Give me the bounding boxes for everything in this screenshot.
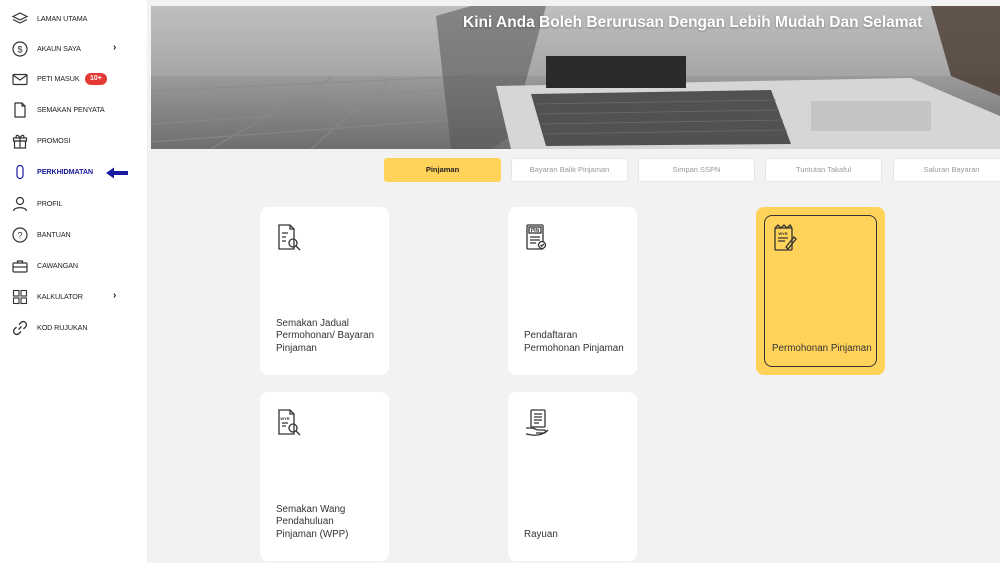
document-icon <box>11 101 29 119</box>
phone-icon <box>11 163 29 181</box>
unread-badge: 10+ <box>85 73 107 85</box>
user-icon <box>11 195 29 213</box>
card-rayuan[interactable]: Rayuan <box>508 392 637 561</box>
card-label: Semakan Jadual Permohonan/ Bayaran Pinja… <box>276 317 375 354</box>
card-label: Pendaftaran Permohonan Pinjaman <box>524 330 624 354</box>
sidebar-item-label: PERKHIDMATAN <box>37 167 94 176</box>
sidebar-item-kod-rujukan[interactable]: KOD RUJUKAN <box>0 317 147 341</box>
mail-icon <box>11 70 29 88</box>
sidebar-item-label: BANTUAN <box>37 230 71 239</box>
sidebar-item-semakan-penyata[interactable]: SEMAKAN PENYATA <box>0 99 147 123</box>
tab-tuntutan-takaful[interactable]: Tuntutan Takaful <box>765 158 882 182</box>
tab-pinjaman[interactable]: Pinjaman <box>384 158 501 182</box>
gift-icon <box>11 132 29 150</box>
tab-simpan-sspn[interactable]: Simpan SSPN <box>638 158 755 182</box>
pin-document-icon: PIN <box>524 223 550 253</box>
banner-title: Kini Anda Boleh Berurusan Dengan Lebih M… <box>463 14 923 31</box>
tab-saluran-bayaran[interactable]: Saluran Bayaran <box>893 158 1000 182</box>
card-label: Permohonan Pinjaman <box>772 342 872 354</box>
sidebar-item-label: CAWANGAN <box>37 261 78 270</box>
card-semakan-jadual[interactable]: Semakan Jadual Permohonan/ Bayaran Pinja… <box>260 207 389 375</box>
card-permohonan-pinjaman[interactable]: WYR Permohonan Pinjaman <box>756 207 885 375</box>
sidebar-item-label: PROMOSI <box>37 136 71 145</box>
sidebar-item-akaun-saya[interactable]: $ AKAUN SAYA › <box>0 38 147 62</box>
svg-text:WYR: WYR <box>280 416 289 421</box>
card-label: Rayuan <box>524 528 558 540</box>
card-semakan-wpp[interactable]: WYR Semakan Wang Pendahuluan Pinjaman (W… <box>260 392 389 561</box>
tab-bayaran-balik-pinjaman[interactable]: Bayaran Balik Pinjaman <box>511 158 628 182</box>
sidebar-item-cawangan[interactable]: CAWANGAN <box>0 255 147 279</box>
hero-banner: Kini Anda Boleh Berurusan Dengan Lebih M… <box>151 6 1000 149</box>
sidebar-item-label: KALKULATOR <box>37 292 83 301</box>
card-label: Semakan Wang Pendahuluan Pinjaman (WPP) <box>276 503 349 540</box>
link-icon <box>11 319 29 337</box>
document-search-icon <box>276 223 302 253</box>
help-icon: ? <box>11 226 29 244</box>
pointer-arrow-icon <box>106 167 128 179</box>
wpp-search-icon: WYR <box>276 408 302 438</box>
sidebar-item-label: KOD RUJUKAN <box>37 323 88 332</box>
sidebar-item-label: AKAUN SAYA <box>37 44 81 53</box>
briefcase-icon <box>11 257 29 275</box>
svg-text:$: $ <box>17 45 22 55</box>
chevron-right-icon: › <box>113 290 117 301</box>
svg-text:WYR: WYR <box>778 231 787 236</box>
appeal-document-icon <box>524 408 550 438</box>
sidebar-item-kalkulator[interactable]: KALKULATOR › <box>0 286 147 310</box>
sidebar-item-peti-masuk[interactable]: PETI MASUK 10+ <box>0 68 147 92</box>
sidebar-item-label: SEMAKAN PENYATA <box>37 105 105 114</box>
sidebar-item-laman-utama[interactable]: LAMAN UTAMA <box>0 8 147 32</box>
service-tabs: Pinjaman Bayaran Balik Pinjaman Simpan S… <box>147 158 1000 184</box>
sidebar: LAMAN UTAMA $ AKAUN SAYA › PETI MASUK 10… <box>0 0 147 563</box>
main-content: Kini Anda Boleh Berurusan Dengan Lebih M… <box>147 0 1000 563</box>
layers-icon <box>11 10 29 28</box>
sidebar-item-label: PROFIL <box>37 199 63 208</box>
loan-form-icon: WYR <box>772 223 798 253</box>
svg-text:?: ? <box>17 231 22 241</box>
sidebar-item-label: PETI MASUK <box>37 74 80 83</box>
chevron-right-icon: › <box>113 42 117 53</box>
dollar-circle-icon: $ <box>11 40 29 58</box>
card-pendaftaran-permohonan[interactable]: PIN Pendaftaran Permohonan Pinjaman <box>508 207 637 375</box>
calculator-icon <box>11 288 29 306</box>
svg-text:PIN: PIN <box>531 228 540 234</box>
sidebar-item-label: LAMAN UTAMA <box>37 14 88 23</box>
sidebar-item-promosi[interactable]: PROMOSI <box>0 130 147 154</box>
sidebar-item-bantuan[interactable]: ? BANTUAN <box>0 224 147 248</box>
sidebar-item-profil[interactable]: PROFIL <box>0 193 147 217</box>
